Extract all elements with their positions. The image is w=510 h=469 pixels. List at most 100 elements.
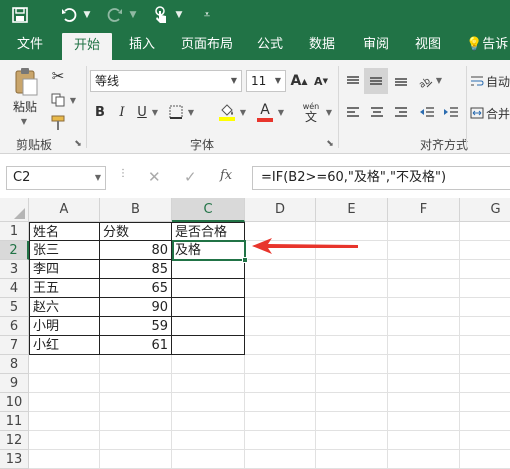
cell-b10[interactable] — [100, 393, 172, 412]
cell-a13[interactable] — [29, 450, 100, 469]
undo-icon[interactable] — [58, 4, 80, 26]
cell-c10[interactable] — [172, 393, 245, 412]
increase-indent-icon[interactable] — [440, 102, 462, 122]
cell-a9[interactable] — [29, 374, 100, 393]
cell-d7[interactable] — [245, 336, 316, 355]
cell-d9[interactable] — [245, 374, 316, 393]
row-header-12[interactable]: 12 — [0, 431, 29, 450]
cell-d11[interactable] — [245, 412, 316, 431]
customize-qat-icon[interactable]: ⩡ — [200, 4, 214, 26]
tab-home[interactable]: 开始 — [62, 33, 112, 60]
column-header-d[interactable]: D — [245, 198, 316, 222]
redo-icon[interactable] — [104, 4, 126, 26]
align-middle-icon[interactable] — [364, 68, 388, 94]
cell-e6[interactable] — [316, 317, 388, 336]
cell-e12[interactable] — [316, 431, 388, 450]
cell-e3[interactable] — [316, 260, 388, 279]
cell-e9[interactable] — [316, 374, 388, 393]
column-header-f[interactable]: F — [388, 198, 460, 222]
cell-a6[interactable]: 小明 — [29, 317, 100, 336]
cell-b6[interactable]: 59 — [100, 317, 172, 336]
orientation-dropdown-icon[interactable]: ▼ — [434, 74, 444, 86]
column-header-e[interactable]: E — [316, 198, 388, 222]
cell-f8[interactable] — [388, 355, 460, 374]
cell-f3[interactable] — [388, 260, 460, 279]
align-right-icon[interactable] — [390, 102, 412, 122]
row-header-13[interactable]: 13 — [0, 450, 29, 469]
phonetic-guide-icon[interactable]: wén 文 — [298, 100, 324, 124]
cell-b8[interactable] — [100, 355, 172, 374]
cell-g10[interactable] — [460, 393, 510, 412]
cell-f9[interactable] — [388, 374, 460, 393]
font-size-select[interactable]: 11 ▼ — [246, 70, 286, 92]
cell-g9[interactable] — [460, 374, 510, 393]
grow-font-icon[interactable]: A ▲ — [290, 70, 308, 92]
align-bottom-icon[interactable] — [390, 70, 412, 92]
cell-a3[interactable]: 李四 — [29, 260, 100, 279]
row-header-9[interactable]: 9 — [0, 374, 29, 393]
column-header-b[interactable]: B — [100, 198, 172, 222]
cell-g13[interactable] — [460, 450, 510, 469]
bold-button[interactable]: B — [92, 102, 108, 122]
align-top-icon[interactable] — [342, 70, 364, 92]
cell-b1[interactable]: 分数 — [100, 222, 172, 241]
cell-d5[interactable] — [245, 298, 316, 317]
cell-e8[interactable] — [316, 355, 388, 374]
row-header-1[interactable]: 1 — [0, 222, 29, 241]
cell-c4[interactable] — [172, 279, 245, 298]
paste-icon[interactable] — [10, 66, 42, 98]
merge-center-button[interactable]: 合并 — [470, 102, 510, 124]
cell-g4[interactable] — [460, 279, 510, 298]
cell-f4[interactable] — [388, 279, 460, 298]
cell-f7[interactable] — [388, 336, 460, 355]
fill-color-icon[interactable] — [216, 100, 238, 124]
cell-e11[interactable] — [316, 412, 388, 431]
cell-a8[interactable] — [29, 355, 100, 374]
cell-b12[interactable] — [100, 431, 172, 450]
cell-b4[interactable]: 65 — [100, 279, 172, 298]
cell-g11[interactable] — [460, 412, 510, 431]
cut-icon[interactable]: ✂ — [48, 66, 68, 86]
row-header-7[interactable]: 7 — [0, 336, 29, 355]
cell-f13[interactable] — [388, 450, 460, 469]
touch-dropdown-icon[interactable]: ▼ — [174, 4, 184, 26]
row-header-3[interactable]: 3 — [0, 260, 29, 279]
shrink-font-icon[interactable]: A ▼ — [312, 70, 330, 92]
cell-g12[interactable] — [460, 431, 510, 450]
paste-dropdown-icon[interactable]: ▼ — [16, 116, 32, 126]
align-center-icon[interactable] — [366, 102, 388, 122]
cell-f1[interactable] — [388, 222, 460, 241]
tab-data[interactable]: 数据 — [302, 30, 342, 60]
cell-d6[interactable] — [245, 317, 316, 336]
touch-mode-icon[interactable] — [150, 4, 172, 26]
tab-review[interactable]: 审阅 — [356, 30, 396, 60]
format-painter-icon[interactable] — [48, 114, 68, 132]
cell-f2[interactable] — [388, 241, 460, 260]
cell-g5[interactable] — [460, 298, 510, 317]
italic-button[interactable]: I — [114, 102, 130, 122]
phonetic-dropdown-icon[interactable]: ▼ — [324, 106, 334, 118]
cell-b3[interactable]: 85 — [100, 260, 172, 279]
tab-insert[interactable]: 插入 — [120, 30, 164, 60]
cell-c6[interactable] — [172, 317, 245, 336]
cell-g8[interactable] — [460, 355, 510, 374]
borders-icon[interactable] — [166, 102, 186, 122]
cell-c13[interactable] — [172, 450, 245, 469]
cell-b5[interactable]: 90 — [100, 298, 172, 317]
cell-c11[interactable] — [172, 412, 245, 431]
wrap-text-button[interactable]: 自动 — [470, 70, 510, 92]
cell-e4[interactable] — [316, 279, 388, 298]
cell-c8[interactable] — [172, 355, 245, 374]
cell-a11[interactable] — [29, 412, 100, 431]
cell-g6[interactable] — [460, 317, 510, 336]
cell-e5[interactable] — [316, 298, 388, 317]
cell-b7[interactable]: 61 — [100, 336, 172, 355]
orientation-icon[interactable]: ab — [414, 70, 436, 92]
cell-b13[interactable] — [100, 450, 172, 469]
cell-c9[interactable] — [172, 374, 245, 393]
clipboard-launcher-icon[interactable]: ⬊ — [72, 138, 84, 150]
font-color-dropdown-icon[interactable]: ▼ — [276, 106, 286, 118]
cell-f5[interactable] — [388, 298, 460, 317]
font-launcher-icon[interactable]: ⬊ — [324, 138, 336, 150]
cancel-entry-icon[interactable]: ✕ — [148, 168, 161, 186]
